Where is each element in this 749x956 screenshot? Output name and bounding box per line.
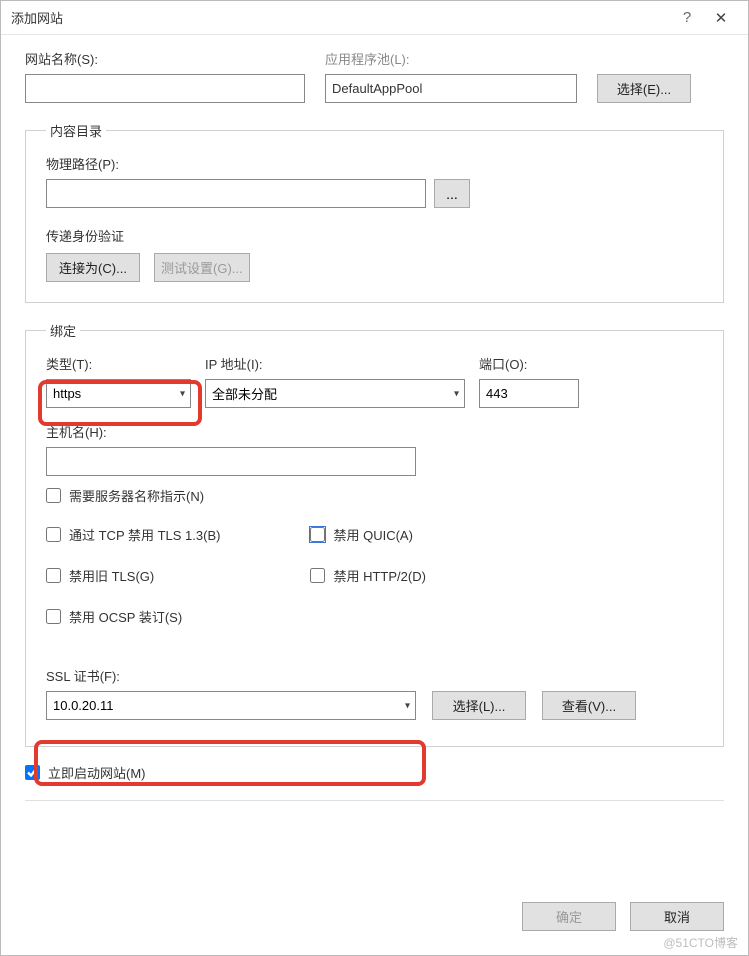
disable-quic-label: 禁用 QUIC(A) (333, 525, 412, 544)
start-immediately-checkbox[interactable] (25, 765, 40, 780)
ssl-view-button[interactable]: 查看(V)... (542, 691, 636, 720)
app-pool-display: DefaultAppPool (325, 74, 577, 103)
physical-path-input[interactable] (46, 179, 426, 208)
passthrough-auth-label: 传递身份验证 (46, 226, 703, 245)
disable-ocsp-checkbox[interactable] (46, 609, 61, 624)
disable-ocsp-label: 禁用 OCSP 装订(S) (69, 607, 182, 626)
sni-checkbox-row[interactable]: 需要服务器名称指示(N) (46, 486, 703, 505)
disable-http2-label: 禁用 HTTP/2(D) (333, 566, 425, 585)
separator (25, 800, 724, 801)
ssl-cert-label: SSL 证书(F): (46, 666, 703, 685)
port-input[interactable] (479, 379, 579, 408)
window-title: 添加网站 (11, 8, 670, 27)
ip-address-label: IP 地址(I): (205, 354, 465, 373)
hostname-input[interactable] (46, 447, 416, 476)
binding-group: 绑定 类型(T): ▾ IP 地址(I): ▾ (25, 321, 724, 747)
site-name-input[interactable] (25, 74, 305, 103)
select-app-pool-button[interactable]: 选择(E)... (597, 74, 691, 103)
ip-address-select[interactable] (205, 379, 465, 408)
watermark: @51CTO博客 (663, 934, 738, 951)
cancel-button[interactable]: 取消 (630, 902, 724, 931)
help-button[interactable]: ? (670, 9, 704, 26)
close-button[interactable]: ✕ (704, 9, 738, 27)
ssl-select-button[interactable]: 选择(L)... (432, 691, 526, 720)
site-name-label: 网站名称(S): (25, 49, 305, 68)
ok-button: 确定 (522, 902, 616, 931)
type-label: 类型(T): (46, 354, 191, 373)
content-directory-legend: 内容目录 (46, 121, 106, 140)
ssl-cert-select[interactable] (46, 691, 416, 720)
disable-quic-checkbox[interactable] (310, 527, 325, 542)
test-settings-button: 测试设置(G)... (154, 253, 250, 282)
hostname-label: 主机名(H): (46, 422, 703, 441)
app-pool-label: 应用程序池(L): (325, 49, 577, 68)
disable-tls13-checkbox[interactable] (46, 527, 61, 542)
disable-old-tls-label: 禁用旧 TLS(G) (69, 566, 154, 585)
start-immediately-label: 立即启动网站(M) (48, 763, 146, 782)
browse-button[interactable]: ... (434, 179, 470, 208)
sni-checkbox-label: 需要服务器名称指示(N) (69, 486, 204, 505)
type-select[interactable] (46, 379, 191, 408)
disable-tls13-label: 通过 TCP 禁用 TLS 1.3(B) (69, 525, 220, 544)
add-website-dialog: 添加网站 ? ✕ 网站名称(S): 应用程序池(L): DefaultAppPo… (0, 0, 749, 956)
disable-http2-checkbox[interactable] (310, 568, 325, 583)
start-immediately-row[interactable]: 立即启动网站(M) (25, 763, 724, 782)
disable-ocsp-row[interactable]: 禁用 OCSP 装订(S) (46, 607, 220, 626)
content-directory-group: 内容目录 物理路径(P): ... 传递身份验证 连接为(C)... 测试设置(… (25, 121, 724, 303)
binding-legend: 绑定 (46, 321, 80, 340)
connect-as-button[interactable]: 连接为(C)... (46, 253, 140, 282)
titlebar: 添加网站 ? ✕ (1, 1, 748, 35)
physical-path-label: 物理路径(P): (46, 154, 703, 173)
disable-quic-row[interactable]: 禁用 QUIC(A) (310, 525, 425, 544)
disable-old-tls-row[interactable]: 禁用旧 TLS(G) (46, 566, 220, 585)
disable-http2-row[interactable]: 禁用 HTTP/2(D) (310, 566, 425, 585)
port-label: 端口(O): (479, 354, 579, 373)
sni-checkbox[interactable] (46, 488, 61, 503)
disable-old-tls-checkbox[interactable] (46, 568, 61, 583)
disable-tls13-row[interactable]: 通过 TCP 禁用 TLS 1.3(B) (46, 525, 220, 544)
